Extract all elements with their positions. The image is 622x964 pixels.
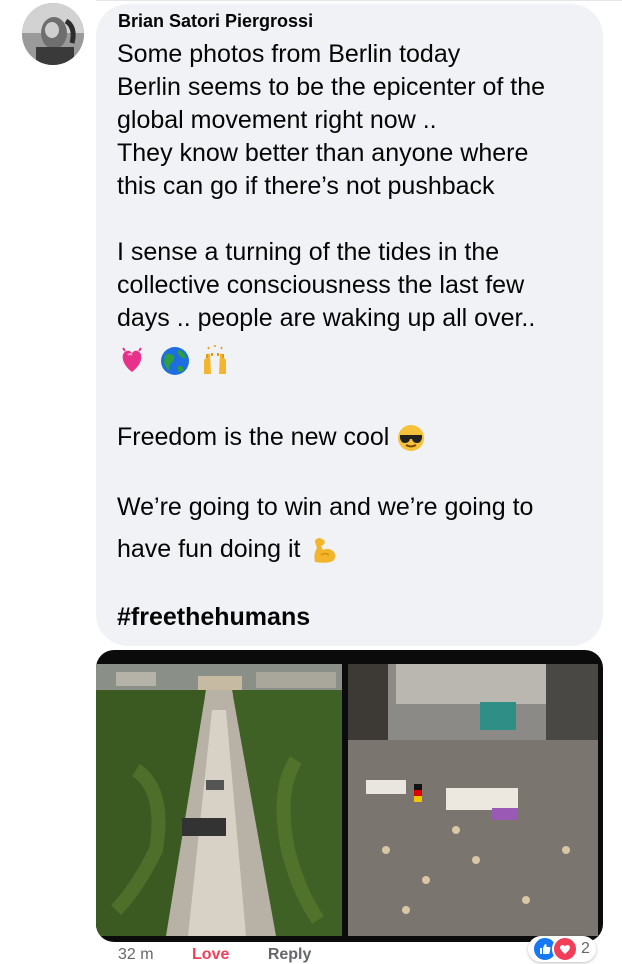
reaction-summary[interactable]: 2 (528, 936, 596, 962)
berlin-aerial-crowd-photo (96, 664, 342, 936)
fun-line-text: have fun doing it (117, 535, 301, 563)
comment-author[interactable]: Brian Satori Piergrossi (118, 11, 313, 32)
globe-emoji (161, 347, 189, 375)
profile-photo (22, 3, 84, 65)
comment-line: They know better than anyone where (117, 139, 529, 167)
comment-line: days .. people are waking up all over.. (117, 304, 536, 332)
comment-line: have fun doing it (117, 533, 597, 566)
sunglasses-face-emoji (398, 425, 425, 452)
love-reaction-icon (552, 936, 578, 962)
avatar[interactable] (22, 3, 84, 65)
love-button[interactable]: Love (192, 946, 229, 963)
growing-heart-emoji (122, 347, 142, 372)
comment-line: this can go if there’s not pushback (117, 172, 495, 200)
comment-line: Some photos from Berlin today (117, 40, 461, 68)
photo-attachment[interactable] (96, 650, 603, 942)
comment-actions: 32 m Love Reply (118, 946, 345, 964)
comment-line: Berlin seems to be the epicenter of the (117, 73, 546, 101)
raising-hands-emoji (204, 345, 226, 374)
reaction-count: 2 (581, 940, 590, 957)
comment-line: global movement right now .. (117, 106, 437, 134)
comment-line: I sense a turning of the tides in the (117, 238, 500, 266)
reply-button[interactable]: Reply (268, 946, 312, 963)
flexed-biceps-emoji (314, 538, 336, 564)
comment-line: Freedom is the new cool (117, 421, 597, 454)
hashtag-link[interactable]: #freethehumans (117, 601, 597, 634)
comment-line: We’re going to win and we’re going to (117, 493, 534, 521)
emoji-row (118, 342, 248, 378)
comment-line: collective consciousness the last few (117, 271, 525, 299)
berlin-street-crowd-photo (348, 664, 598, 936)
freedom-line-text: Freedom is the new cool (117, 423, 390, 451)
comment-timestamp[interactable]: 32 m (118, 946, 154, 963)
